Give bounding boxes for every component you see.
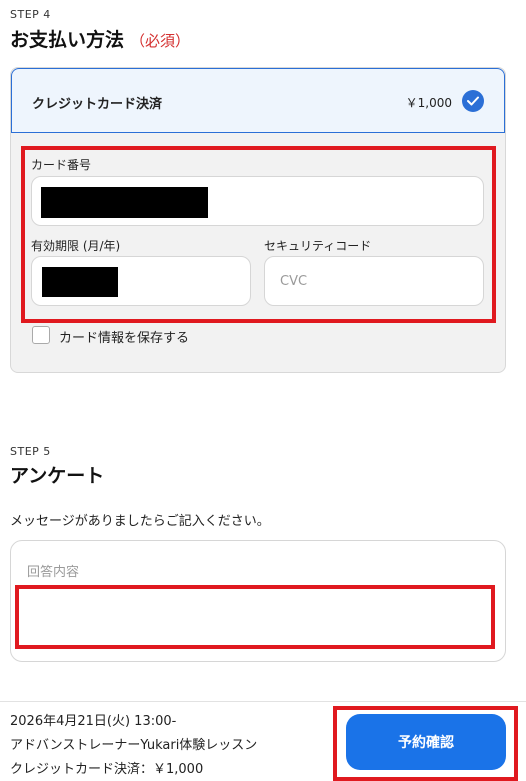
highlight-frame-answer [15, 585, 495, 649]
booking-datetime: 2026年4月21日(火) 13:00- [10, 714, 177, 729]
answer-placeholder: 回答内容 [27, 565, 80, 580]
payment-price: ￥1,000 [405, 96, 452, 110]
payment-section-title: お支払い方法 （必須） [10, 25, 190, 52]
payment-title-text: お支払い方法 [10, 29, 125, 51]
highlight-frame-confirm [333, 706, 518, 781]
step4-label: STEP 4 [10, 8, 51, 21]
booking-lesson-name: アドバンストレーナーYukari体験レッスン [10, 738, 258, 753]
payment-method-label: クレジットカード決済 [32, 97, 163, 112]
booking-payment-summary: クレジットカード決済：￥1,000 [10, 762, 204, 777]
save-card-checkbox[interactable] [32, 326, 50, 344]
required-badge: （必須） [130, 32, 191, 50]
save-card-label[interactable]: カード情報を保存する [59, 327, 189, 346]
survey-section-title: アンケート [10, 465, 105, 487]
step5-label: STEP 5 [10, 445, 51, 458]
credit-card-option[interactable]: クレジットカード決済 ￥1,000 [11, 68, 505, 133]
survey-description: メッセージがありましたらご記入ください。 [10, 514, 270, 529]
highlight-frame-card-fields [21, 146, 496, 323]
check-icon [462, 90, 484, 112]
